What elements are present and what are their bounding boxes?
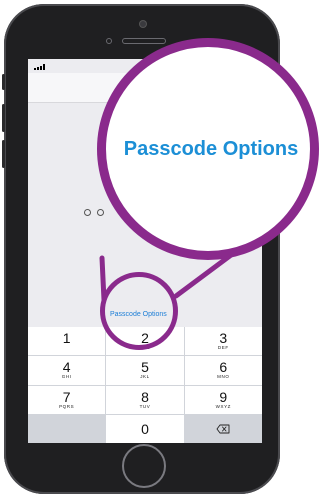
- highlight-ring: [100, 272, 178, 350]
- front-camera: [140, 21, 146, 27]
- key-letters: WXYZ: [215, 403, 232, 409]
- key-number: 0: [141, 420, 149, 437]
- stage: Passcode Options 1 2 ABC 3 DEF 4 GHI 5 J…: [0, 0, 336, 496]
- key-8[interactable]: 8 TUV: [106, 385, 184, 414]
- volume-down-button: [2, 140, 5, 168]
- backspace-key[interactable]: [184, 414, 262, 443]
- key-number: 6: [219, 359, 228, 376]
- key-6[interactable]: 6 MNO: [184, 356, 262, 385]
- key-letters: JKL: [140, 374, 150, 380]
- home-button[interactable]: [122, 444, 166, 488]
- key-letters: MNO: [217, 374, 230, 380]
- passcode-dots: [84, 209, 104, 216]
- mute-switch: [2, 74, 5, 90]
- key-number: 7: [62, 388, 71, 405]
- key-number: 9: [219, 388, 228, 405]
- key-letters: DEF: [217, 345, 229, 351]
- key-number: 4: [62, 359, 71, 376]
- volume-up-button: [2, 104, 5, 132]
- key-5[interactable]: 5 JKL: [106, 356, 184, 385]
- passcode-dot: [84, 209, 91, 216]
- signal-icon: [34, 64, 48, 70]
- key-number: 8: [141, 388, 149, 405]
- key-letters: TUV: [139, 403, 151, 409]
- backspace-icon: [216, 424, 230, 434]
- key-number: 1: [62, 330, 71, 347]
- magnifier-callout: Passcode Options: [97, 38, 319, 260]
- proximity-sensor: [106, 38, 112, 44]
- key-number: 5: [141, 359, 149, 376]
- key-number: 3: [219, 330, 228, 347]
- key-1[interactable]: 1: [28, 327, 106, 356]
- key-empty: [28, 414, 106, 443]
- earpiece-speaker: [122, 38, 166, 44]
- passcode-dot: [97, 209, 104, 216]
- key-9[interactable]: 9 WXYZ: [184, 385, 262, 414]
- key-letters: GHI: [61, 374, 72, 380]
- magnified-passcode-options-label: Passcode Options: [123, 137, 299, 160]
- key-3[interactable]: 3 DEF: [184, 327, 262, 356]
- key-4[interactable]: 4 GHI: [28, 356, 106, 385]
- key-7[interactable]: 7 PQRS: [28, 385, 106, 414]
- key-0[interactable]: 0: [106, 414, 184, 443]
- key-letters: PQRS: [59, 403, 75, 409]
